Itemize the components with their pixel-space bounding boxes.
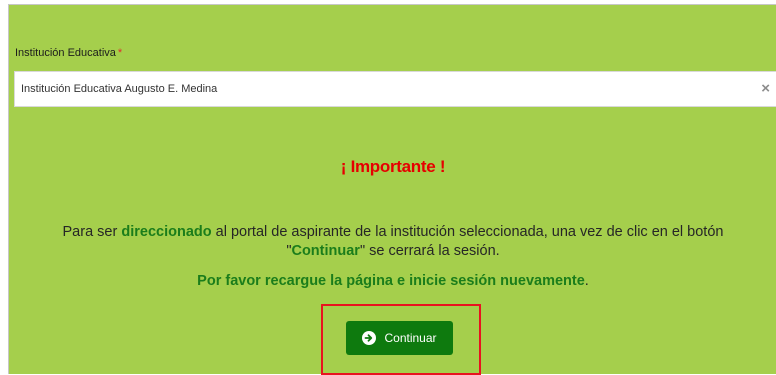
message-highlight-redirected: direccionado bbox=[121, 224, 212, 240]
reload-text: Por favor recargue la página e inicie se… bbox=[197, 273, 585, 289]
message-text-2: al portal de aspirante de la institución… bbox=[211, 224, 724, 240]
form-panel: Institución Educativa * Institución Educa… bbox=[8, 4, 776, 375]
institution-field-label: Institución Educativa * bbox=[15, 47, 122, 59]
message-highlight-continue: Continuar bbox=[291, 243, 360, 259]
reload-period: . bbox=[584, 273, 589, 289]
continue-button-label: Continuar bbox=[384, 331, 437, 345]
redirect-message: Para ser direccionado al portal de aspir… bbox=[19, 223, 767, 261]
required-marker: * bbox=[117, 47, 123, 59]
message-text-1: Para ser bbox=[62, 224, 122, 240]
institution-label-text: Institución Educativa bbox=[15, 47, 116, 59]
important-heading: ¡ Importante ! bbox=[340, 157, 446, 176]
reload-instruction: Por favor recargue la página e inicie se… bbox=[9, 273, 776, 289]
institution-select[interactable]: Institución Educativa Augusto E. Medina … bbox=[14, 71, 776, 107]
arrow-circle-right-icon bbox=[362, 331, 377, 345]
clear-icon[interactable]: × bbox=[761, 80, 770, 98]
continue-button[interactable]: Continuar bbox=[346, 321, 453, 355]
message-text-3: " se cerrará la sesión. bbox=[359, 243, 500, 259]
institution-selected-value: Institución Educativa Augusto E. Medina bbox=[21, 83, 218, 95]
